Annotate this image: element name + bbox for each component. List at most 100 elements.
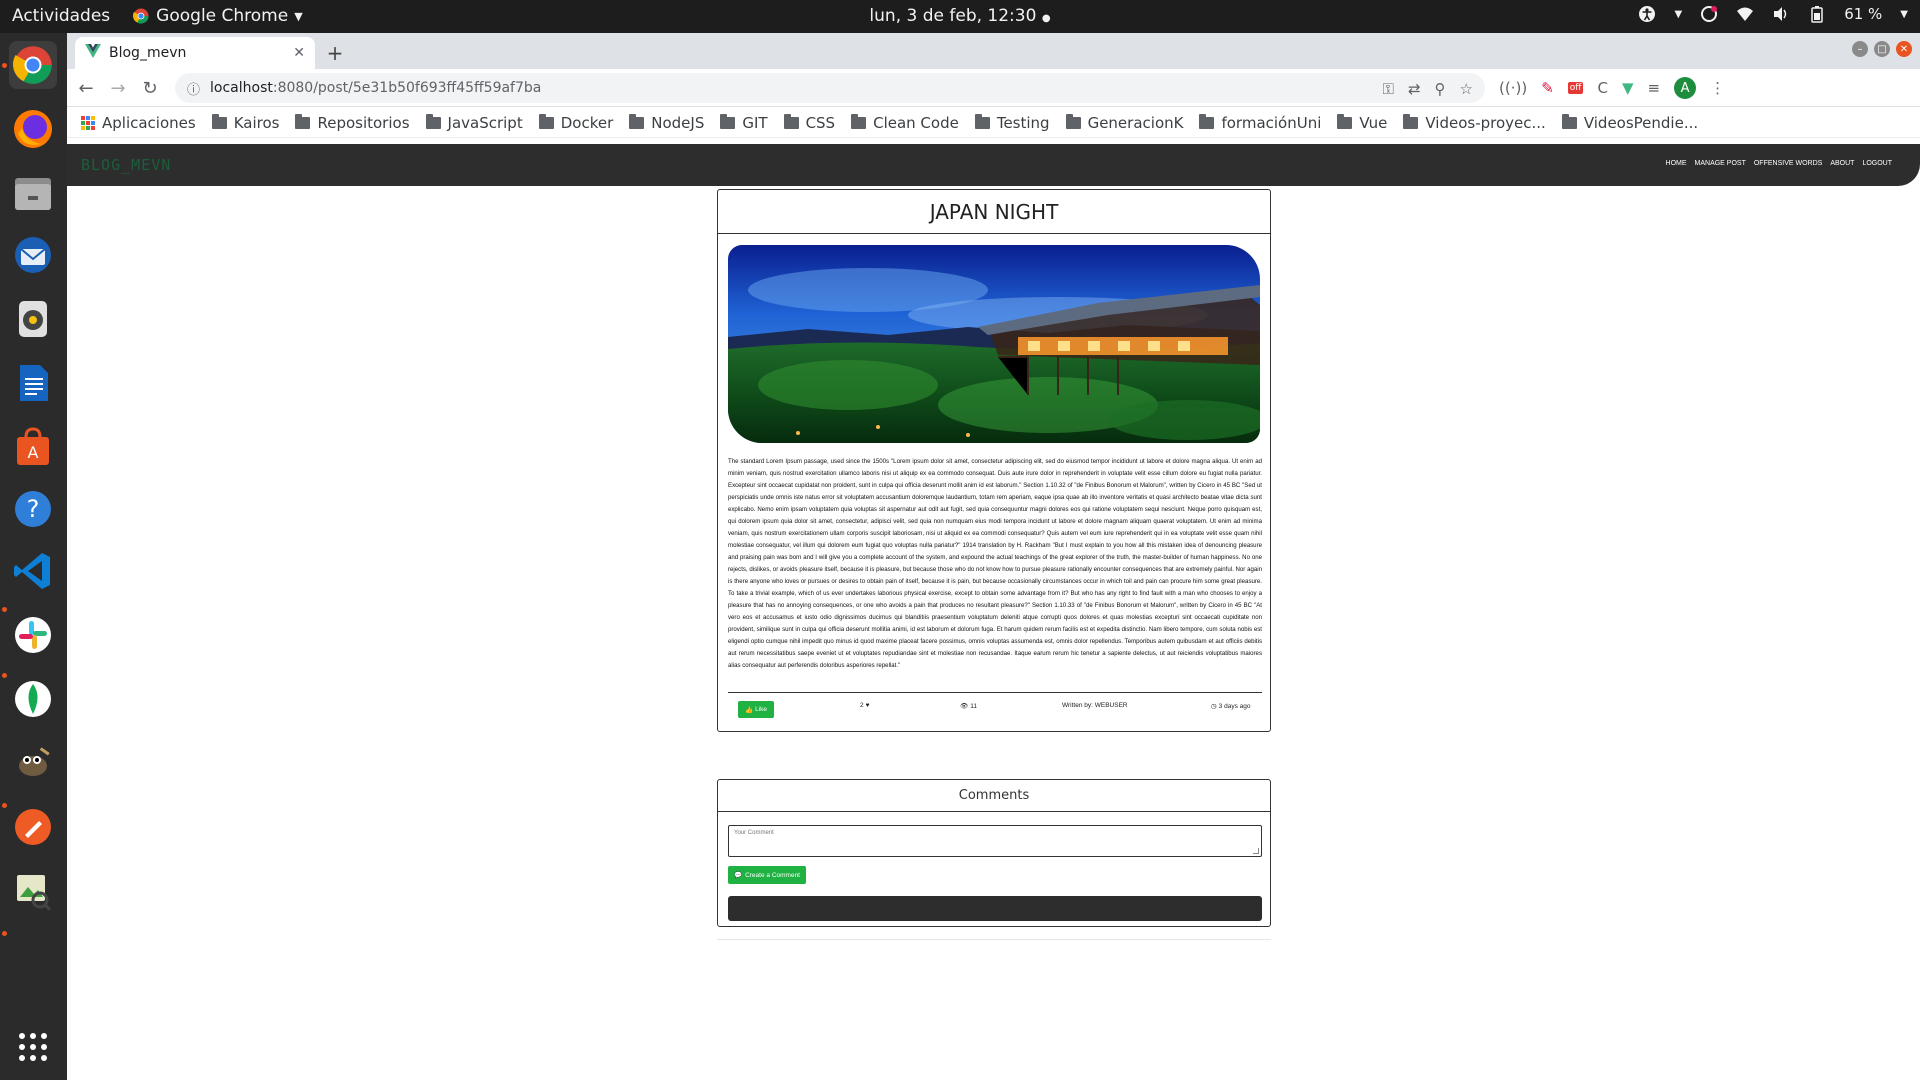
chrome-dock-icon[interactable] bbox=[9, 41, 57, 89]
bookmark-folder[interactable]: CSS bbox=[783, 113, 835, 132]
browser-toolbar: ← → ↻ ⓘ localhost:8080/post/5e31b50f693f… bbox=[67, 69, 1920, 107]
likes-count-value: 2 bbox=[860, 702, 864, 709]
bookmark-folder[interactable]: GeneracionK bbox=[1065, 113, 1183, 132]
bookmark-label: Testing bbox=[996, 113, 1050, 132]
maximize-button[interactable]: □ bbox=[1874, 41, 1890, 57]
activities-button[interactable]: Actividades bbox=[12, 6, 110, 26]
bookmark-label: Clean Code bbox=[873, 113, 959, 132]
nav-offensive-words[interactable]: OFFENSIVE WORDS bbox=[1754, 160, 1822, 167]
folder-icon bbox=[425, 113, 441, 129]
info-icon[interactable]: ⓘ bbox=[187, 79, 200, 98]
clock[interactable]: lun, 3 de feb, 12:30 bbox=[869, 6, 1036, 26]
app-menu[interactable]: Google Chrome ▼ bbox=[132, 6, 303, 26]
vscode-icon[interactable] bbox=[9, 547, 57, 595]
likes-count: 2 ♥ bbox=[860, 702, 869, 709]
bookmark-folder[interactable]: formaciónUni bbox=[1199, 113, 1322, 132]
bookmark-folder[interactable]: NodeJS bbox=[629, 113, 705, 132]
bookmark-label: NodeJS bbox=[651, 113, 705, 132]
back-button[interactable]: ← bbox=[75, 77, 97, 99]
chevron-down-icon: ▼ bbox=[1900, 8, 1908, 20]
create-comment-label: Create a Comment bbox=[745, 871, 800, 879]
reload-button[interactable]: ↻ bbox=[139, 77, 161, 99]
firefox-icon[interactable] bbox=[9, 105, 57, 153]
extension-off-icon[interactable]: off bbox=[1567, 82, 1584, 94]
forward-button[interactable]: → bbox=[107, 77, 129, 99]
thunderbird-icon[interactable] bbox=[9, 231, 57, 279]
running-indicator bbox=[2, 673, 7, 678]
bookmark-folder[interactable]: Vue bbox=[1337, 113, 1387, 132]
svg-text:?: ? bbox=[27, 495, 40, 523]
nav-about[interactable]: ABOUT bbox=[1830, 160, 1854, 167]
app-menu-label: Google Chrome bbox=[156, 6, 289, 26]
bookmark-folder[interactable]: Testing bbox=[974, 113, 1050, 132]
bookmark-folder[interactable]: Docker bbox=[538, 113, 613, 132]
comments-header: Comments bbox=[718, 780, 1270, 812]
like-button[interactable]: 👍 Like bbox=[738, 701, 774, 718]
files-icon[interactable] bbox=[9, 169, 57, 217]
wifi-icon[interactable] bbox=[1736, 5, 1754, 23]
comment-textarea[interactable]: Your Comment bbox=[728, 825, 1262, 857]
bookmark-label: Kairos bbox=[233, 113, 280, 132]
bookmark-apps[interactable]: Aplicaciones bbox=[81, 114, 196, 132]
battery-percent: 61 % bbox=[1844, 5, 1883, 23]
translate-icon[interactable]: ⇄ bbox=[1408, 80, 1421, 98]
extension-cast-icon[interactable]: ((·)) bbox=[1499, 79, 1527, 97]
more-menu-icon[interactable]: ⋮ bbox=[1710, 79, 1725, 97]
chevron-down-icon: ▼ bbox=[1674, 8, 1683, 20]
address-bar[interactable]: ⓘ localhost:8080/post/5e31b50f693ff45ff5… bbox=[175, 73, 1485, 103]
close-window-button[interactable]: ✕ bbox=[1896, 41, 1912, 57]
key-icon[interactable]: ⚿ bbox=[1383, 80, 1394, 98]
mongodb-compass-icon[interactable] bbox=[9, 675, 57, 723]
page-viewport: BLOG_MEVN HOME MANAGE POST OFFENSIVE WOR… bbox=[67, 139, 1920, 1080]
bookmark-folder[interactable]: VideosPendie... bbox=[1561, 113, 1698, 132]
vue-devtools-icon[interactable]: ▼ bbox=[1622, 79, 1634, 97]
bookmark-folder[interactable]: JavaScript bbox=[425, 113, 523, 132]
comments-list bbox=[728, 896, 1262, 921]
software-center-icon[interactable]: A bbox=[9, 423, 57, 471]
rhythmbox-icon[interactable] bbox=[9, 295, 57, 343]
running-indicator bbox=[2, 803, 7, 808]
folder-icon bbox=[783, 113, 799, 129]
slack-icon[interactable] bbox=[9, 611, 57, 659]
writer-icon[interactable] bbox=[9, 359, 57, 407]
brand-logo[interactable]: BLOG_MEVN bbox=[81, 156, 171, 174]
bookmark-folder[interactable]: Clean Code bbox=[851, 113, 959, 132]
window-controls: – □ ✕ bbox=[1852, 41, 1912, 57]
bookmark-folder[interactable]: Repositorios bbox=[295, 113, 410, 132]
nav-home[interactable]: HOME bbox=[1666, 160, 1687, 167]
postman-icon[interactable] bbox=[9, 803, 57, 851]
running-indicator bbox=[2, 607, 7, 612]
resize-grip-icon[interactable] bbox=[1253, 848, 1259, 854]
minimize-button[interactable]: – bbox=[1852, 41, 1868, 57]
folder-icon bbox=[629, 113, 645, 129]
profile-avatar[interactable]: A bbox=[1674, 77, 1697, 99]
bookmark-folder[interactable]: Kairos bbox=[211, 113, 280, 132]
slack-tray-icon[interactable] bbox=[1700, 5, 1718, 23]
bookmark-label: JavaScript bbox=[447, 113, 523, 132]
extension-colorpick-icon[interactable]: ✎ bbox=[1541, 79, 1554, 97]
clock-icon: ◷ bbox=[1211, 703, 1217, 710]
accessibility-icon[interactable] bbox=[1638, 5, 1656, 23]
show-applications-icon[interactable] bbox=[9, 1023, 57, 1071]
help-icon[interactable]: ? bbox=[9, 485, 57, 533]
image-viewer-icon[interactable] bbox=[9, 867, 57, 915]
extension-list-icon[interactable]: ≡ bbox=[1648, 79, 1661, 97]
running-indicator bbox=[2, 931, 7, 936]
gimp-icon[interactable] bbox=[9, 739, 57, 787]
bookmark-folder[interactable]: GIT bbox=[720, 113, 768, 132]
extensions-area: ((·)) ✎ off C ▼ ≡ A ⋮ bbox=[1499, 77, 1725, 99]
volume-icon[interactable] bbox=[1772, 5, 1790, 23]
nav-logout[interactable]: LOGOUT bbox=[1862, 160, 1892, 167]
bookmark-folder[interactable]: Videos-proyec... bbox=[1403, 113, 1546, 132]
new-tab-button[interactable]: + bbox=[323, 41, 347, 65]
close-tab-icon[interactable]: ✕ bbox=[293, 45, 305, 61]
nav-manage-post[interactable]: MANAGE POST bbox=[1695, 160, 1746, 167]
extension-c-icon[interactable]: C bbox=[1597, 79, 1607, 97]
bookmark-star-icon[interactable]: ☆ bbox=[1460, 80, 1473, 98]
create-comment-button[interactable]: 💬 Create a Comment bbox=[728, 866, 806, 884]
bookmark-label: formaciónUni bbox=[1221, 113, 1322, 132]
zoom-icon[interactable]: ⚲ bbox=[1435, 80, 1446, 98]
browser-tab[interactable]: Blog_mevn ✕ bbox=[75, 37, 315, 69]
battery-icon[interactable] bbox=[1808, 5, 1826, 23]
bookmark-label: Aplicaciones bbox=[102, 113, 196, 132]
